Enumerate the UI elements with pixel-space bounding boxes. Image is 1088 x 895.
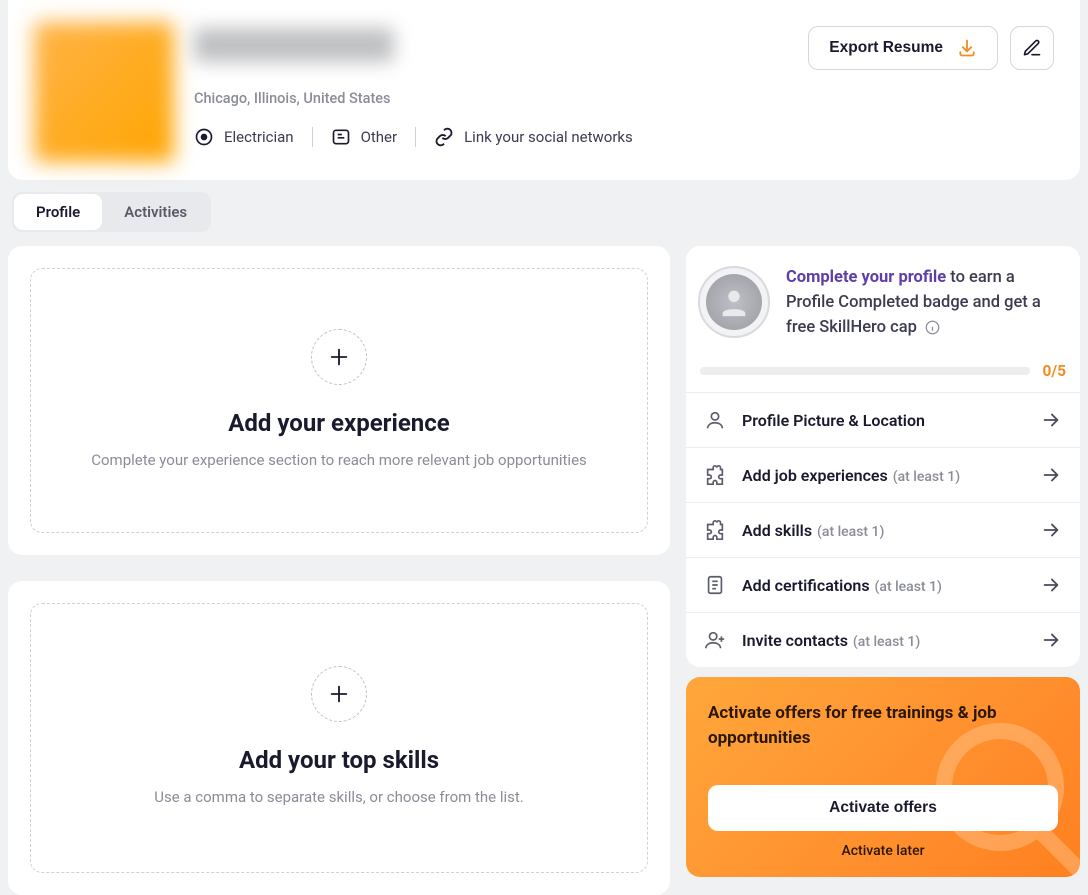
- location-text: Chicago, Illinois, United States: [194, 90, 788, 107]
- divider: [415, 127, 416, 147]
- checklist-item-profile-picture[interactable]: Profile Picture & Location: [686, 392, 1080, 447]
- profile-header: Chicago, Illinois, United States Electri…: [8, 0, 1080, 180]
- worktype-label: Other: [361, 128, 398, 146]
- plus-icon[interactable]: [311, 666, 367, 722]
- activate-later-link[interactable]: Activate later: [708, 843, 1058, 859]
- plus-icon[interactable]: [311, 329, 367, 385]
- checklist-label: Add certifications(at least 1): [742, 576, 1024, 595]
- skills-panel: Add your top skills Use a comma to separ…: [8, 581, 670, 894]
- person-icon: [704, 409, 726, 431]
- checklist-label: Profile Picture & Location: [742, 411, 1024, 430]
- info-icon[interactable]: [925, 320, 940, 335]
- profile-badge-icon: [698, 266, 770, 338]
- progress-bar: [700, 367, 1030, 375]
- checklist-label: Add job experiences(at least 1): [742, 466, 1024, 485]
- experience-title: Add your experience: [61, 409, 617, 437]
- arrow-right-icon: [1040, 574, 1062, 596]
- add-person-icon: [704, 629, 726, 651]
- completion-card: Complete your profile to earn a Profile …: [686, 246, 1080, 667]
- checklist-item-invite-contacts[interactable]: Invite contacts(at least 1): [686, 612, 1080, 667]
- checklist-item-job-experiences[interactable]: Add job experiences(at least 1): [686, 447, 1080, 502]
- target-icon: [194, 127, 214, 147]
- tab-activities[interactable]: Activities: [102, 194, 209, 230]
- arrow-right-icon: [1040, 464, 1062, 486]
- puzzle-icon: [704, 519, 726, 541]
- activate-offers-button[interactable]: Activate offers: [708, 785, 1058, 831]
- puzzle-icon: [704, 464, 726, 486]
- add-experience-card[interactable]: Add your experience Complete your experi…: [30, 268, 648, 533]
- user-name-blurred: [194, 28, 394, 62]
- completion-strong: Complete your profile: [786, 268, 946, 287]
- skills-title: Add your top skills: [61, 746, 617, 774]
- export-resume-label: Export Resume: [829, 39, 943, 57]
- checklist-item-certifications[interactable]: Add certifications(at least 1): [686, 557, 1080, 612]
- checklist-item-skills[interactable]: Add skills(at least 1): [686, 502, 1080, 557]
- social-link[interactable]: Link your social networks: [434, 127, 633, 147]
- social-link-label: Link your social networks: [464, 128, 633, 146]
- export-resume-button[interactable]: Export Resume: [808, 26, 998, 70]
- tab-profile[interactable]: Profile: [14, 194, 102, 230]
- avatar: [34, 22, 174, 162]
- document-icon: [704, 574, 726, 596]
- add-skills-card[interactable]: Add your top skills Use a comma to separ…: [30, 603, 648, 872]
- checklist-label: Invite contacts(at least 1): [742, 631, 1024, 650]
- activate-title: Activate offers for free trainings & job…: [708, 701, 1058, 750]
- skills-subtitle: Use a comma to separate skills, or choos…: [61, 786, 617, 809]
- pencil-icon: [1022, 38, 1042, 58]
- completion-text: Complete your profile to earn a Profile …: [786, 266, 1062, 340]
- arrow-right-icon: [1040, 629, 1062, 651]
- divider: [312, 127, 313, 147]
- worktype-chip: Other: [331, 127, 398, 147]
- activate-offers-card: Activate offers for free trainings & job…: [686, 677, 1080, 876]
- meta-row: Electrician Other Link your social netwo…: [194, 127, 788, 147]
- progress-label: 0/5: [1042, 362, 1066, 380]
- checklist-label: Add skills(at least 1): [742, 521, 1024, 540]
- link-icon: [434, 127, 454, 147]
- tabs: Profile Activities: [12, 192, 211, 232]
- edit-button[interactable]: [1010, 26, 1054, 70]
- experience-panel: Add your experience Complete your experi…: [8, 246, 670, 555]
- occupation-chip: Electrician: [194, 127, 294, 147]
- arrow-right-icon: [1040, 409, 1062, 431]
- download-icon: [957, 38, 977, 58]
- occupation-label: Electrician: [224, 128, 294, 146]
- arrow-right-icon: [1040, 519, 1062, 541]
- experience-subtitle: Complete your experience section to reac…: [61, 449, 617, 472]
- list-icon: [331, 127, 351, 147]
